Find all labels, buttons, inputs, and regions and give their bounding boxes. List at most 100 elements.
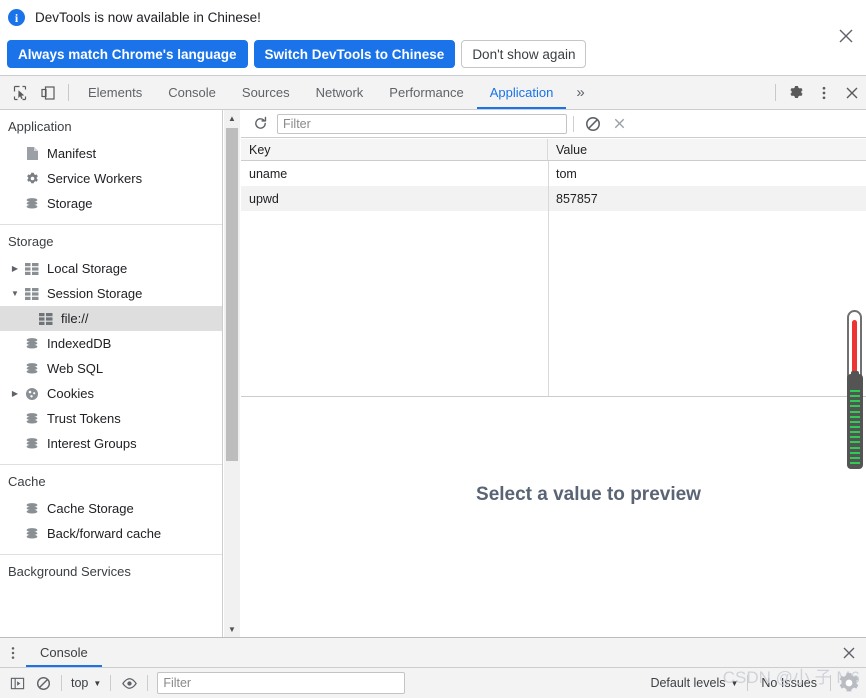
tab-console[interactable]: Console xyxy=(155,76,229,109)
sidebar-group-storage: Storage ▶ Local Storage ▼ Session Storag… xyxy=(0,225,222,465)
sidebar-item-manifest[interactable]: Manifest xyxy=(0,141,222,166)
console-levels-label: Default levels xyxy=(650,676,726,690)
sidebar-label-web-sql: Web SQL xyxy=(47,361,104,376)
database-icon xyxy=(22,501,42,517)
tab-sources[interactable]: Sources xyxy=(229,76,303,109)
sidebar-item-indexeddb[interactable]: IndexedDB xyxy=(0,331,222,356)
dont-show-again-button[interactable]: Don't show again xyxy=(461,40,587,68)
drawer-tabbar: Console xyxy=(0,638,866,668)
devtools-window: i DevTools is now available in Chinese! … xyxy=(0,0,866,698)
console-context-label: top xyxy=(71,676,89,690)
table-grid-icon xyxy=(22,261,42,277)
inspect-element-icon[interactable] xyxy=(6,76,34,109)
sidebar-scrollbar-thumb[interactable] xyxy=(226,128,238,461)
sidebar-item-service-workers[interactable]: Service Workers xyxy=(0,166,222,191)
console-sidebar-icon[interactable] xyxy=(4,670,30,696)
clear-all-icon[interactable] xyxy=(580,112,606,136)
infobar-close-button[interactable] xyxy=(836,26,856,46)
live-expression-icon[interactable] xyxy=(116,670,142,696)
sidebar-item-local-storage[interactable]: ▶ Local Storage xyxy=(0,256,222,281)
table-bottom-border xyxy=(241,396,866,397)
battery-indicator[interactable] xyxy=(847,371,863,469)
table-row[interactable]: uname tom xyxy=(241,161,866,186)
sidebar-group-cache: Cache Cache Storage Back/forward cache xyxy=(0,465,222,555)
tab-network[interactable]: Network xyxy=(303,76,377,109)
kebab-menu-icon[interactable] xyxy=(0,638,26,667)
sidebar-item-trust-tokens[interactable]: Trust Tokens xyxy=(0,406,222,431)
database-icon xyxy=(22,336,42,352)
column-divider[interactable] xyxy=(548,161,549,397)
preview-placeholder-text: Select a value to preview xyxy=(476,483,701,505)
close-devtools-icon[interactable] xyxy=(838,76,866,109)
sidebar-item-file-origin[interactable]: file:// xyxy=(0,306,222,331)
chevron-down-icon: ▼ xyxy=(730,678,739,688)
always-match-chrome-language-button[interactable]: Always match Chrome's language xyxy=(7,40,248,68)
cell-key: uname xyxy=(249,166,288,181)
sidebar-item-session-storage[interactable]: ▼ Session Storage xyxy=(0,281,222,306)
more-tabs-icon[interactable]: » xyxy=(566,76,594,109)
scroll-up-arrow-icon[interactable]: ▲ xyxy=(224,110,240,126)
toolbar-divider xyxy=(830,675,831,691)
sidebar-item-interest-groups[interactable]: Interest Groups xyxy=(0,431,222,456)
kebab-menu-icon[interactable] xyxy=(810,76,838,109)
sidebar-item-cookies[interactable]: ▶ Cookies xyxy=(0,381,222,406)
database-icon xyxy=(22,526,42,542)
console-drawer: Console top ▼ Filter Default levels ▼ No… xyxy=(0,637,866,698)
device-toolbar-icon[interactable] xyxy=(34,76,62,109)
chevron-right-icon[interactable]: ▶ xyxy=(8,387,22,401)
table-body: uname tom upwd 857857 xyxy=(241,161,866,397)
switch-devtools-to-chinese-button[interactable]: Switch DevTools to Chinese xyxy=(253,40,456,68)
console-issues-status[interactable]: No Issues xyxy=(753,676,825,690)
database-icon xyxy=(22,196,42,212)
sidebar-item-back-forward-cache[interactable]: Back/forward cache xyxy=(0,521,222,546)
devtools-tabbar: Elements Console Sources Network Perform… xyxy=(0,76,866,110)
battery-cap xyxy=(851,371,859,375)
tab-application[interactable]: Application xyxy=(476,76,567,109)
toolbar-divider xyxy=(147,675,149,691)
tab-elements[interactable]: Elements xyxy=(75,76,155,109)
infobar-message: DevTools is now available in Chinese! xyxy=(35,10,261,25)
cookie-icon xyxy=(22,386,42,402)
tab-performance[interactable]: Performance xyxy=(376,76,476,109)
storage-filter-input[interactable] xyxy=(277,113,567,134)
clear-console-icon[interactable] xyxy=(30,670,56,696)
sidebar-label-session-storage: Session Storage xyxy=(47,286,143,301)
gear-icon[interactable] xyxy=(782,76,810,109)
chevron-right-icon[interactable]: ▶ xyxy=(8,262,22,276)
delete-selected-icon[interactable] xyxy=(606,112,632,136)
console-filter-input[interactable] xyxy=(157,672,406,694)
sidebar-label-local-storage: Local Storage xyxy=(47,261,128,276)
table-row[interactable]: upwd 857857 xyxy=(241,186,866,211)
sidebar-label-manifest: Manifest xyxy=(47,146,97,161)
console-settings-gear-icon[interactable] xyxy=(836,670,862,696)
column-header-key[interactable]: Key xyxy=(241,139,548,160)
database-icon xyxy=(22,411,42,427)
drawer-tab-console[interactable]: Console xyxy=(26,638,102,667)
panel-tabs: Elements Console Sources Network Perform… xyxy=(75,76,595,109)
battery-cells xyxy=(850,390,860,464)
sidebar-item-web-sql[interactable]: Web SQL xyxy=(0,356,222,381)
sidebar-label-cache-storage: Cache Storage xyxy=(47,501,134,516)
sidebar-item-storage[interactable]: Storage xyxy=(0,191,222,216)
sidebar-item-cache-storage[interactable]: Cache Storage xyxy=(0,496,222,521)
toolbar-divider xyxy=(573,115,574,132)
sidebar-scrollbar[interactable]: ▲ ▼ xyxy=(224,110,240,637)
value-preview-pane: Select a value to preview xyxy=(241,398,866,637)
table-header-row: Key Value xyxy=(241,139,866,161)
toolbar-divider xyxy=(110,675,112,691)
toolbar-divider xyxy=(61,675,62,691)
console-levels-selector[interactable]: Default levels ▼ xyxy=(646,676,742,690)
drawer-close-icon[interactable] xyxy=(832,638,866,667)
manifest-file-icon xyxy=(22,146,42,162)
tabbar-right-controls xyxy=(769,76,866,109)
application-sidebar: Application Manifest Service Workers Sto… xyxy=(0,110,223,637)
refresh-icon[interactable] xyxy=(247,112,273,136)
table-grid-icon xyxy=(36,311,56,327)
scroll-down-arrow-icon[interactable]: ▼ xyxy=(224,621,240,637)
chevron-down-icon[interactable]: ▼ xyxy=(8,287,22,301)
sidebar-group-application: Application Manifest Service Workers Sto… xyxy=(0,110,222,225)
table-grid-icon xyxy=(22,286,42,302)
column-header-value[interactable]: Value xyxy=(548,139,866,160)
console-context-selector[interactable]: top ▼ xyxy=(67,676,105,690)
sidebar-label-trust-tokens: Trust Tokens xyxy=(47,411,121,426)
